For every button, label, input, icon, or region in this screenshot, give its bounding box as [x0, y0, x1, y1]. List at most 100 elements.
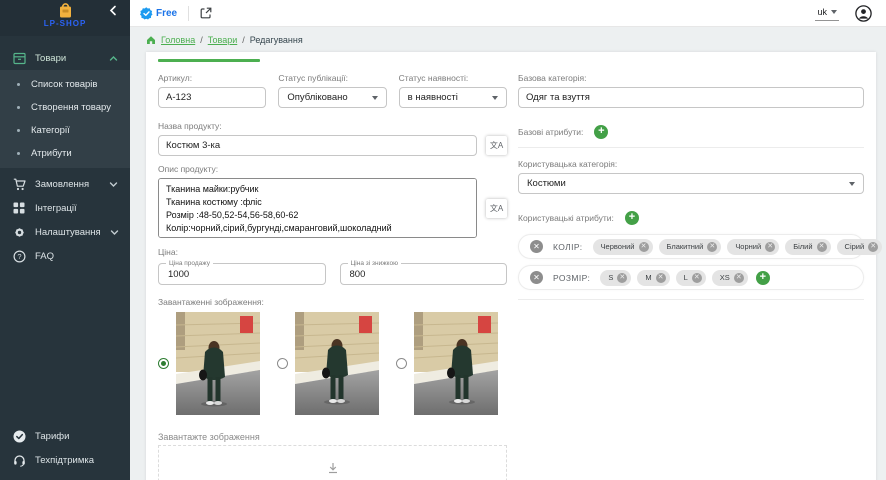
image-radio-1[interactable] — [158, 358, 169, 369]
sidebar-item-create-product[interactable]: Створення товару — [0, 96, 130, 119]
discount-price-input[interactable] — [350, 269, 498, 280]
check-circle-icon — [12, 429, 26, 443]
add-base-attribute-button[interactable]: + — [594, 125, 608, 139]
chip-label: Червоний — [601, 242, 635, 251]
caret-down-icon — [492, 96, 498, 100]
sidebar-item-label: Тарифи — [35, 431, 69, 442]
stock-status-select[interactable]: в наявності — [399, 87, 507, 108]
content: Головна / Товари / Редагування Артикул: — [130, 27, 886, 480]
remove-chip-icon[interactable]: ✕ — [734, 273, 744, 283]
custom-category-select[interactable]: Костюми — [518, 173, 864, 194]
remove-attribute-icon[interactable]: ✕ — [530, 271, 543, 284]
sidebar-item-faq[interactable]: ? FAQ — [0, 244, 130, 268]
svg-text:?: ? — [17, 252, 21, 261]
translate-icon[interactable]: 文A — [486, 136, 507, 155]
sidebar-item-integrations[interactable]: Інтеграції — [0, 196, 130, 220]
attribute-chip: XS✕ — [712, 270, 748, 286]
sidebar-item-orders[interactable]: Замовлення — [0, 172, 130, 196]
sale-price-floating-label: Ціна продажу — [166, 260, 213, 267]
language-select[interactable]: uk — [815, 6, 839, 21]
image-option-1 — [158, 312, 260, 415]
topbar-divider — [188, 6, 189, 21]
attribute-chip: L✕ — [676, 270, 706, 286]
chevron-up-icon — [109, 54, 118, 63]
shopping-bag-logo-icon — [57, 3, 74, 18]
sidebar-item-label: Техпідтримка — [35, 455, 94, 466]
sale-price-field: Ціна продажу — [158, 263, 326, 285]
remove-chip-icon[interactable]: ✕ — [692, 273, 702, 283]
custom-category-label: Користувацька категорія: — [518, 159, 864, 169]
home-icon — [146, 35, 156, 45]
remove-chip-icon[interactable]: ✕ — [868, 242, 878, 252]
sidebar-item-settings[interactable]: Налаштування — [0, 220, 130, 244]
image-radio-3[interactable] — [396, 358, 407, 369]
sidebar: LP-SHOP Товари Список товарів — [0, 0, 130, 480]
topbar: Free uk — [130, 0, 886, 27]
add-custom-attribute-button[interactable]: + — [625, 211, 639, 225]
sku-input[interactable] — [158, 87, 266, 108]
sidebar-item-label: FAQ — [35, 251, 54, 262]
sku-label: Артикул: — [158, 73, 266, 83]
chip-label: Сірий — [845, 242, 865, 251]
attribute-name: КОЛІР: — [553, 242, 583, 252]
custom-attributes-label: Користувацькі атрибути: — [518, 213, 614, 223]
remove-chip-icon[interactable]: ✕ — [656, 273, 666, 283]
sidebar-item-product-list[interactable]: Список товарів — [0, 73, 130, 96]
chevron-down-icon — [110, 228, 119, 237]
remove-chip-icon[interactable]: ✕ — [817, 242, 827, 252]
breadcrumb-current: Редагування — [250, 35, 303, 45]
remove-attribute-icon[interactable]: ✕ — [530, 240, 543, 253]
remove-chip-icon[interactable]: ✕ — [617, 273, 627, 283]
base-attributes-label: Базові атрибути: — [518, 127, 583, 137]
sale-price-input[interactable] — [168, 269, 316, 280]
product-photo-3[interactable] — [414, 312, 498, 415]
grid-icon — [12, 201, 26, 215]
edit-product-card: Артикул: Статус публікації: Опубліковано — [146, 52, 876, 480]
remove-chip-icon[interactable]: ✕ — [707, 242, 717, 252]
sidebar-item-categories[interactable]: Категорії — [0, 119, 130, 142]
bullet-icon — [17, 152, 20, 155]
user-avatar-icon[interactable] — [855, 5, 872, 22]
breadcrumb-separator: / — [242, 35, 245, 45]
remove-chip-icon[interactable]: ✕ — [765, 242, 775, 252]
product-photo-2[interactable] — [295, 312, 379, 415]
sidebar-item-products[interactable]: Товари — [0, 46, 130, 70]
sidebar-collapse-icon[interactable] — [108, 5, 120, 17]
sidebar-item-tariffs[interactable]: Тарифи — [0, 424, 130, 448]
add-attribute-value-button[interactable]: + — [756, 271, 770, 285]
sidebar-item-attributes[interactable]: Атрибути — [0, 142, 130, 165]
base-category-input[interactable] — [518, 87, 864, 108]
breadcrumb-home-link[interactable]: Головна — [161, 35, 195, 45]
attribute-chip: S✕ — [600, 270, 631, 286]
attribute-values: S✕ M✕ L✕ XS✕ + — [600, 270, 852, 286]
sidebar-nav: Товари Список товарів Створення товару К… — [0, 46, 130, 268]
translate-icon[interactable]: 文A — [486, 199, 507, 218]
image-dropzone[interactable] — [158, 445, 507, 480]
product-name-input[interactable] — [158, 135, 477, 156]
attribute-values: Червоний✕ Блакитний✕ Чорний✕ Білий✕ Сіри… — [593, 239, 852, 255]
caret-down-icon — [372, 96, 378, 100]
sidebar-item-support[interactable]: Техпідтримка — [0, 448, 130, 472]
image-radio-2[interactable] — [277, 358, 288, 369]
product-photo-1[interactable] — [176, 312, 260, 415]
breadcrumb-products-link[interactable]: Товари — [208, 35, 238, 45]
divider — [518, 147, 864, 148]
image-option-3 — [396, 312, 498, 415]
publish-status-label: Статус публікації: — [278, 73, 386, 83]
image-option-2 — [277, 312, 379, 415]
sidebar-item-label: Створення товару — [31, 102, 111, 113]
attribute-chip: Червоний ✕ — [593, 239, 653, 255]
chip-label: L — [684, 273, 688, 282]
caret-down-icon — [849, 182, 855, 186]
chip-label: Чорний — [735, 242, 761, 251]
stock-status-label: Статус наявності: — [399, 73, 507, 83]
sidebar-item-label: Товари — [35, 53, 66, 64]
uploaded-images-label: Завантаженні зображення: — [158, 297, 507, 307]
description-textarea[interactable]: Тканина майки:рубчик Тканина костюму :фл… — [158, 178, 477, 238]
publish-status-select[interactable]: Опубліковано — [278, 87, 386, 108]
topbar-right: uk — [815, 5, 872, 22]
bullet-icon — [17, 129, 20, 132]
open-external-icon[interactable] — [200, 7, 212, 19]
remove-chip-icon[interactable]: ✕ — [639, 242, 649, 252]
plan-badge[interactable]: Free — [140, 7, 177, 20]
